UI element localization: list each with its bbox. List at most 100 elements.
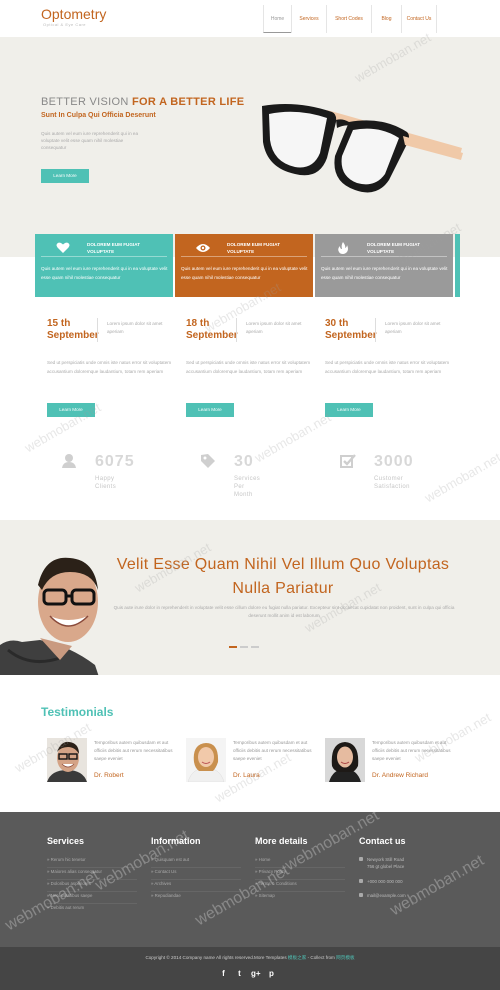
contact-email-text: mail@example.com [367, 893, 406, 898]
twitter-icon[interactable]: t [235, 969, 244, 978]
feature-title: DOLOREM EUM FUGIAT VOLUPTATE [227, 242, 280, 254]
nav-blog[interactable]: Blog [371, 5, 401, 33]
footer-link[interactable]: Home [255, 856, 345, 868]
slider-dot-3[interactable] [251, 646, 259, 648]
smiling-man-photo [0, 557, 99, 675]
feature-box-next-edge [455, 234, 460, 297]
hero-learn-more-button[interactable]: Learn More [41, 169, 89, 183]
copyright: Copyright © 2014 Company name All rights… [0, 955, 500, 961]
templates-link[interactable]: 模板之家 [288, 955, 306, 960]
collect-link[interactable]: 网页模板 [336, 955, 354, 960]
testimonial-text: Temporibus autem quibusdam et aut offici… [94, 740, 173, 761]
testimonial-name: Dr. Robert [94, 772, 124, 779]
footer-link[interactable]: Quisquam est aut [151, 856, 241, 868]
feature-divider [181, 256, 307, 257]
event-month: September [186, 330, 238, 341]
feature-box-3[interactable]: DOLOREM EUM FUGIAT VOLUPTATE Quis autem … [315, 234, 453, 297]
logo-subtitle: Optical & Eye Care [43, 22, 87, 27]
event-item-3: 30 th September Lorem ipsum dolor sit am… [325, 318, 460, 417]
footer-services: Services Rerum hic tenetur Maiores alias… [47, 836, 137, 916]
event-text: Sed ut perspiciatis unde omnis iste natu… [186, 360, 311, 374]
band-paragraph: Quis aute irure dolor in reprehenderit i… [113, 605, 455, 618]
feature-divider [321, 256, 447, 257]
slider-dot-1[interactable] [229, 646, 237, 648]
contact-address: Newyork Still Road 756 gt globel Place [359, 856, 449, 878]
footer-heading: Contact us [359, 836, 406, 846]
contact-address-line-2: 756 gt globel Place [367, 864, 405, 869]
testimonials-title: Testimonials [41, 705, 114, 719]
footer-link[interactable]: Terms & Conditions [255, 880, 345, 892]
checkbox-icon [340, 454, 356, 468]
feature-box-1[interactable]: DOLOREM EUM FUGIAT VOLUPTATE Quis autem … [35, 234, 173, 297]
nav-short-codes[interactable]: Short Codes [326, 5, 371, 33]
event-item-1: 15 th September Lorem ipsum dolor sit am… [47, 318, 182, 417]
collect-text: - Collect from [306, 955, 337, 960]
testimonial-photo [186, 738, 226, 782]
event-divider [375, 318, 376, 342]
social-links: f t g+ p [219, 969, 276, 978]
stat-number: 6075 [95, 453, 135, 470]
nav-contact-us[interactable]: Contact Us [401, 5, 437, 33]
watermark: webmoban.net [251, 409, 334, 466]
feature-text: Quis autem vel eum iure reprehenderit qu… [181, 266, 308, 280]
event-item-2: 18 th September Lorem ipsum dolor sit am… [186, 318, 321, 417]
event-text: Sed ut perspiciatis unde omnis iste natu… [325, 360, 450, 374]
footer-more-details: More details Home Privacy Policy Terms &… [255, 836, 345, 904]
logo[interactable]: Optometry Optical & Eye Care [41, 7, 106, 28]
user-icon [62, 454, 76, 468]
footer-heading: Information [151, 836, 201, 846]
copyright-text: Copyright © 2014 Company name All rights… [145, 955, 288, 960]
event-learn-more-button[interactable]: Learn More [325, 403, 373, 417]
hero-headline-plain: BETTER VISION [41, 96, 132, 108]
hero-paragraph: Quis autem vel eum iure reprehenderit qu… [41, 131, 139, 150]
footer-link[interactable]: Doloribus asperiores [47, 880, 137, 892]
event-learn-more-button[interactable]: Learn More [186, 403, 234, 417]
testimonial-name: Dr. Andrew Richard [372, 772, 428, 779]
stat-number: 30 [234, 453, 254, 470]
footer-link[interactable]: Contact Us [151, 868, 241, 880]
footer-contact: Contact us Newyork Still Road 756 gt glo… [359, 836, 449, 906]
event-month: September [47, 330, 99, 341]
tag-icon [201, 454, 215, 468]
pinterest-icon[interactable]: p [267, 969, 276, 978]
footer-link[interactable]: Rerum hic tenetur [47, 856, 137, 868]
footer-link[interactable]: Sitemap [255, 892, 345, 904]
nav-home[interactable]: Home [263, 5, 291, 33]
event-month: September [325, 330, 377, 341]
event-day: 30 th [325, 318, 349, 329]
feature-divider [41, 256, 167, 257]
feature-box-2[interactable]: DOLOREM EUM FUGIAT VOLUPTATE Quis autem … [175, 234, 313, 297]
event-day: 15 th [47, 318, 71, 329]
testimonial-3: Temporibus autem quibusdam et aut offici… [325, 738, 460, 783]
slider-dot-2[interactable] [240, 646, 248, 648]
footer-link[interactable]: Repudiandae [151, 892, 241, 904]
stat-label: Happy Clients [95, 476, 117, 490]
event-day: 18 th [186, 318, 210, 329]
site-header: Optometry Optical & Eye Care Home Servic… [0, 0, 500, 37]
event-divider [236, 318, 237, 342]
contact-email[interactable]: mail@example.com [359, 892, 449, 906]
footer-link[interactable]: Archives [151, 880, 241, 892]
mail-icon [359, 893, 363, 897]
footer-bottom-bar: Copyright © 2014 Company name All rights… [0, 947, 500, 990]
hero-subheading: Sunt In Culpa Qui Officia Deserunt [41, 112, 156, 119]
nav-services[interactable]: Services [291, 5, 326, 33]
testimonial-name: Dr. Laura [233, 772, 260, 779]
google-plus-icon[interactable]: g+ [251, 969, 261, 978]
stat-label: Services Per Month [234, 476, 261, 498]
testimonial-2: Temporibus autem quibusdam et aut offici… [186, 738, 321, 783]
eyeglasses-image [262, 104, 463, 193]
contact-phone-text: +000 000 000 000 [367, 879, 403, 884]
footer-link[interactable]: Necessitatibus saepe [47, 892, 137, 904]
footer-link[interactable]: Privacy Policy [255, 868, 345, 880]
testimonial-text: Temporibus autem quibusdam et aut offici… [372, 740, 451, 761]
footer-link[interactable]: Debitis aut rerum [47, 904, 137, 916]
footer-link[interactable]: Maiores alias consequatur [47, 868, 137, 880]
eye-icon [196, 244, 210, 252]
contact-phone: +000 000 000 000 [359, 878, 449, 892]
hero-headline: BETTER VISION FOR A BETTER LIFE [41, 96, 244, 108]
event-learn-more-button[interactable]: Learn More [47, 403, 95, 417]
watermark: webmoban.net [421, 449, 500, 506]
facebook-icon[interactable]: f [219, 969, 228, 978]
footer-heading: More details [255, 836, 308, 846]
